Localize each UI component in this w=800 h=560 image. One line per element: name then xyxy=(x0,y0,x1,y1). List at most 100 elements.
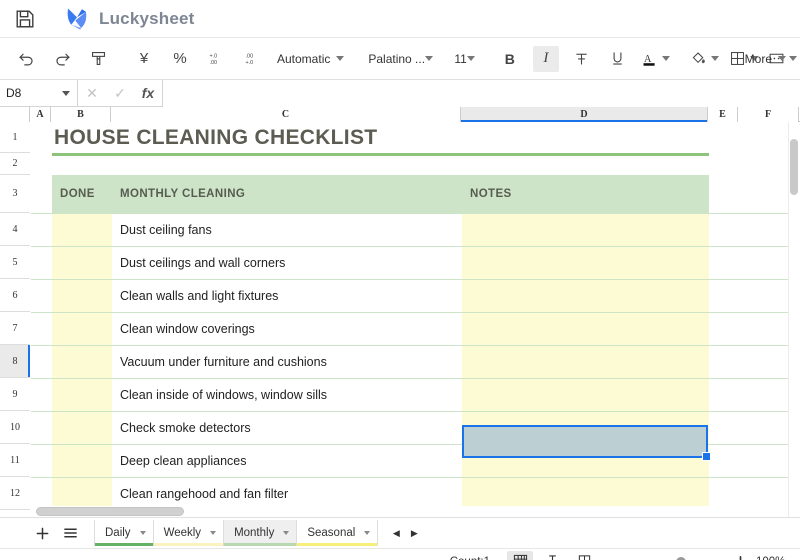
row-header-6[interactable]: 6 xyxy=(0,279,30,312)
cell-c7-task[interactable]: Clean window coverings xyxy=(112,313,462,345)
text-color-dropdown[interactable]: A xyxy=(638,46,673,72)
cell-e1[interactable] xyxy=(709,122,739,153)
column-header-f[interactable]: F xyxy=(738,107,799,122)
chevron-down-icon[interactable] xyxy=(210,531,217,535)
italic-button[interactable]: I xyxy=(532,45,559,72)
cell-a6[interactable] xyxy=(31,280,52,312)
cell-a10[interactable] xyxy=(31,412,52,444)
cell-e3[interactable] xyxy=(709,175,739,213)
cell-a11[interactable] xyxy=(31,445,52,477)
row-header-5[interactable]: 5 xyxy=(0,246,30,279)
zoom-in-icon[interactable] xyxy=(730,552,750,560)
sheet-tab-seasonal[interactable]: Seasonal xyxy=(296,520,379,546)
increase-decimal-button[interactable]: .00 +.0 xyxy=(239,46,265,72)
cell-d7-notes[interactable] xyxy=(462,313,709,345)
row-header-10[interactable]: 10 xyxy=(0,411,30,444)
cell-c4-task[interactable]: Dust ceiling fans xyxy=(112,214,462,246)
cell-b1-title[interactable]: HOUSE CLEANING CHECKLIST xyxy=(52,122,709,153)
strikethrough-button[interactable] xyxy=(569,46,595,72)
row-header-11[interactable]: 11 xyxy=(0,444,30,477)
cell-a7[interactable] xyxy=(31,313,52,345)
horizontal-scrollbar-track[interactable] xyxy=(31,506,788,517)
cell-a3[interactable] xyxy=(31,175,52,213)
redo-button[interactable] xyxy=(49,46,75,72)
cell-a1[interactable] xyxy=(31,122,52,153)
cell-b7-done[interactable] xyxy=(52,313,112,345)
cell-a9[interactable] xyxy=(31,379,52,411)
cell-b8-done[interactable] xyxy=(52,346,112,378)
cell-c11-task[interactable]: Deep clean appliances xyxy=(112,445,462,477)
more-options-button[interactable]: More xyxy=(745,52,786,66)
sheet-tab-daily[interactable]: Daily xyxy=(94,520,154,546)
column-header-a[interactable]: A xyxy=(30,107,51,122)
cell-b10-done[interactable] xyxy=(52,412,112,444)
name-box[interactable]: D8 xyxy=(0,79,78,107)
row-header-1[interactable]: 1 xyxy=(0,122,30,153)
row-header-3[interactable]: 3 xyxy=(0,175,30,213)
cell-b2-divider[interactable] xyxy=(52,153,709,175)
cell-d9-notes[interactable] xyxy=(462,379,709,411)
cell-a5[interactable] xyxy=(31,247,52,279)
add-sheet-icon[interactable] xyxy=(30,521,54,545)
cell-b6-done[interactable] xyxy=(52,280,112,312)
select-all-corner[interactable] xyxy=(0,107,30,122)
cell-e7[interactable] xyxy=(709,313,739,345)
row-header-2[interactable]: 2 xyxy=(0,153,30,175)
vertical-scrollbar-track[interactable] xyxy=(788,122,800,517)
zoom-slider-knob[interactable] xyxy=(676,556,687,560)
cell-e2[interactable] xyxy=(709,153,739,175)
row-header-4[interactable]: 4 xyxy=(0,213,30,246)
cell-b11-done[interactable] xyxy=(52,445,112,477)
row-header-9[interactable]: 9 xyxy=(0,378,30,411)
save-icon[interactable] xyxy=(14,8,36,30)
cell-d8-notes[interactable] xyxy=(462,346,709,378)
cell-c9-task[interactable]: Clean inside of windows, window sills xyxy=(112,379,462,411)
font-size-dropdown[interactable]: 11 xyxy=(449,46,479,72)
prev-sheet-icon[interactable]: ◀ xyxy=(387,522,405,544)
cell-e10[interactable] xyxy=(709,412,739,444)
spreadsheet-grid[interactable]: A B C D E F 1 2 3 4 5 6 7 8 9 10 11 12 1… xyxy=(0,107,800,517)
confirm-icon[interactable]: ✓ xyxy=(106,80,134,107)
cell-d6-notes[interactable] xyxy=(462,280,709,312)
cell-d11-notes[interactable] xyxy=(462,445,709,477)
sheet-tab-weekly[interactable]: Weekly xyxy=(152,520,225,546)
cell-e4[interactable] xyxy=(709,214,739,246)
zoom-out-icon[interactable] xyxy=(610,552,630,560)
grid-view-icon[interactable] xyxy=(507,550,533,560)
chevron-down-icon[interactable] xyxy=(283,531,290,535)
column-header-e[interactable]: E xyxy=(708,107,738,122)
cell-a4[interactable] xyxy=(31,214,52,246)
underline-button[interactable] xyxy=(605,46,631,72)
cell-d5-notes[interactable] xyxy=(462,247,709,279)
percent-format-button[interactable]: % xyxy=(167,46,193,72)
format-painter-button[interactable] xyxy=(85,46,111,72)
font-family-dropdown[interactable]: Palatino ... xyxy=(363,46,435,72)
cell-b9-done[interactable] xyxy=(52,379,112,411)
next-sheet-icon[interactable]: ▶ xyxy=(405,522,423,544)
cell-d4-notes[interactable] xyxy=(462,214,709,246)
cell-e6[interactable] xyxy=(709,280,739,312)
column-header-b[interactable]: B xyxy=(51,107,111,122)
sheet-tab-monthly[interactable]: Monthly xyxy=(223,520,298,546)
cell-d10-notes[interactable] xyxy=(462,412,709,444)
chevron-down-icon[interactable] xyxy=(364,531,371,535)
cell-c3-task-header[interactable]: MONTHLY CLEANING xyxy=(112,175,462,213)
cell-b5-done[interactable] xyxy=(52,247,112,279)
cell-d3-notes-header[interactable]: NOTES xyxy=(462,175,709,213)
cell-c6-task[interactable]: Clean walls and light fixtures xyxy=(112,280,462,312)
cell-b3-done-header[interactable]: DONE xyxy=(52,175,112,213)
number-format-dropdown[interactable]: Automatic xyxy=(272,46,349,72)
column-header-c[interactable]: C xyxy=(111,107,461,122)
cell-e11[interactable] xyxy=(709,445,739,477)
column-header-d[interactable]: D xyxy=(461,107,708,122)
sheet-list-icon[interactable] xyxy=(58,521,82,545)
chevron-down-icon[interactable] xyxy=(139,531,146,535)
cell-a8[interactable] xyxy=(31,346,52,378)
bold-button[interactable]: B xyxy=(497,46,523,72)
row-header-13[interactable]: 13 xyxy=(0,510,30,517)
formula-input[interactable] xyxy=(162,79,800,107)
currency-format-button[interactable]: ¥ xyxy=(131,46,157,72)
cell-c10-task[interactable]: Check smoke detectors xyxy=(112,412,462,444)
cell-c8-task[interactable]: Vacuum under furniture and cushions xyxy=(112,346,462,378)
cell-c5-task[interactable]: Dust ceilings and wall corners xyxy=(112,247,462,279)
